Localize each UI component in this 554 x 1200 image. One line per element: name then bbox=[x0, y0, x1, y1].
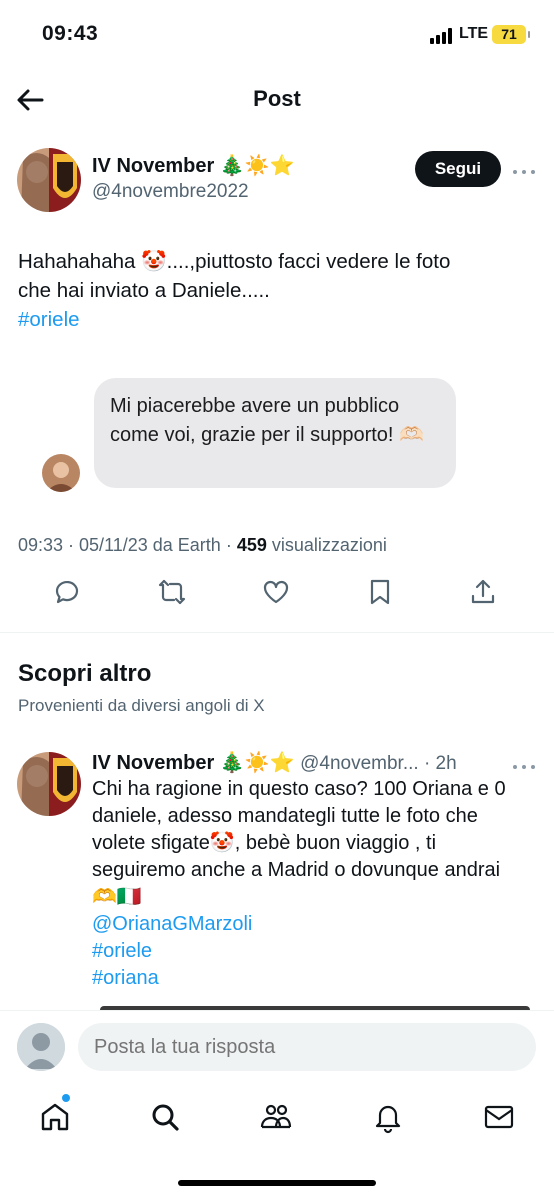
views-count: 459 bbox=[236, 535, 267, 555]
recommended-text-line: 🫶🇮🇹 bbox=[92, 886, 142, 908]
home-indicator bbox=[178, 1180, 376, 1186]
post-meta: 09:33 · 05/11/23 da Earth · 459 visualiz… bbox=[18, 535, 387, 556]
recommended-author-emojis: 🎄☀️⭐ bbox=[219, 752, 295, 774]
status-time: 09:43 bbox=[42, 22, 99, 45]
messages-icon[interactable] bbox=[482, 1100, 516, 1134]
like-icon[interactable] bbox=[261, 577, 291, 607]
more-options-icon[interactable] bbox=[512, 163, 536, 174]
recommended-text-line: Chi ha ragione in questo caso? 100 Orian… bbox=[92, 778, 506, 800]
recommended-header: IV November 🎄☀️⭐ @4novembr... · 2h bbox=[92, 750, 457, 775]
page-title: Post bbox=[253, 86, 301, 111]
status-bar: 09:43 LTE 71 bbox=[0, 0, 554, 70]
reply-bar bbox=[0, 1010, 554, 1084]
more-options-icon[interactable] bbox=[512, 758, 536, 769]
views-label: visualizzazioni bbox=[266, 535, 387, 555]
post-text-line: Hahahahaha 🤡....,piuttosto facci vedere … bbox=[18, 250, 451, 273]
follow-button[interactable]: Segui bbox=[415, 151, 501, 187]
author-handle[interactable]: @4novembre2022 bbox=[92, 181, 249, 203]
post-text: Hahahahaha 🤡....,piuttosto facci vedere … bbox=[18, 247, 538, 334]
search-icon[interactable] bbox=[148, 1100, 182, 1134]
section-divider bbox=[0, 632, 554, 633]
hashtag-link[interactable]: #oriele bbox=[18, 305, 538, 334]
recommended-text-line: seguiremo anche a Madrid o dovunque andr… bbox=[92, 859, 501, 881]
discover-title: Scopri altro bbox=[18, 660, 152, 687]
recommended-author-name[interactable]: IV November bbox=[92, 752, 214, 774]
signal-icon bbox=[430, 28, 454, 44]
post-media[interactable]: Mi piacerebbe avere un pubblico come voi… bbox=[38, 378, 458, 498]
author-avatar[interactable] bbox=[17, 148, 81, 212]
post-actions bbox=[0, 577, 554, 613]
author-emojis: 🎄☀️⭐ bbox=[219, 155, 295, 177]
media-avatar bbox=[42, 454, 80, 492]
hashtag-link[interactable]: #oriele bbox=[92, 938, 532, 965]
reply-input[interactable] bbox=[78, 1023, 536, 1071]
message-bubble: Mi piacerebbe avere un pubblico come voi… bbox=[94, 378, 456, 488]
nav-header: Post bbox=[0, 70, 554, 130]
hashtag-link[interactable]: #oriana bbox=[92, 965, 532, 992]
notifications-icon[interactable] bbox=[371, 1100, 405, 1134]
battery-icon: 71 bbox=[492, 25, 530, 44]
retweet-icon[interactable] bbox=[157, 577, 187, 607]
share-icon[interactable] bbox=[468, 577, 498, 607]
recommended-text-line: volete sfigate🤡, bebè buon viaggio , ti bbox=[92, 832, 437, 854]
home-icon[interactable] bbox=[38, 1100, 72, 1134]
author-name-text: IV November bbox=[92, 155, 215, 177]
recommended-text-line: daniele, adesso mandategli tutte le foto… bbox=[92, 805, 478, 827]
post-text-line: che hai inviato a Daniele..... bbox=[18, 279, 270, 302]
recommended-author-avatar[interactable] bbox=[17, 752, 81, 816]
recommended-text: Chi ha ragione in questo caso? 100 Orian… bbox=[92, 776, 532, 992]
post-author-row: IV November 🎄☀️⭐ @4novembre2022 Segui bbox=[0, 145, 554, 215]
mention-link[interactable]: @OrianaGMarzoli bbox=[92, 911, 532, 938]
discover-subtitle: Provenienti da diversi angoli di X bbox=[18, 696, 265, 715]
communities-icon[interactable] bbox=[259, 1100, 293, 1134]
bookmark-icon[interactable] bbox=[365, 577, 395, 607]
recommended-post[interactable]: IV November 🎄☀️⭐ @4novembr... · 2h Chi h… bbox=[0, 748, 554, 1010]
notification-dot bbox=[62, 1094, 70, 1102]
author-name[interactable]: IV November 🎄☀️⭐ bbox=[92, 153, 295, 178]
user-avatar bbox=[17, 1023, 65, 1071]
network-type: LTE bbox=[459, 25, 489, 42]
recommended-handle-time: @4novembr... · 2h bbox=[300, 753, 457, 774]
bottom-tab-bar bbox=[0, 1084, 554, 1154]
post-timestamp: 09:33 · 05/11/23 da Earth · bbox=[18, 535, 237, 555]
reply-icon[interactable] bbox=[52, 577, 82, 607]
